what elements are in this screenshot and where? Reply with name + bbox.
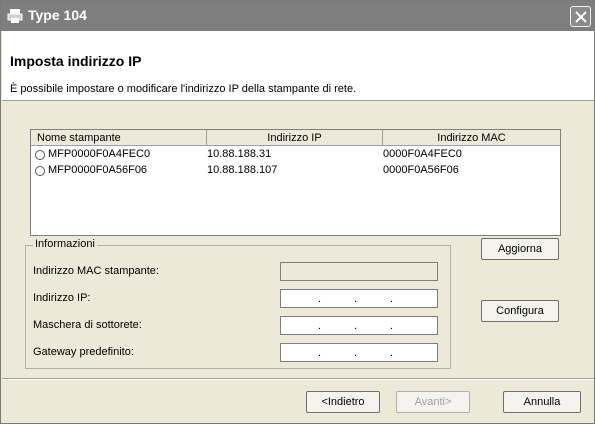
window-title: Type 104 <box>28 7 87 23</box>
printer-mac: 0000F0A56F06 <box>383 164 459 176</box>
page-title: Imposta indirizzo IP <box>10 53 142 69</box>
close-button[interactable] <box>570 6 591 27</box>
printer-name: MFP0000F0A56F06 <box>48 164 148 176</box>
printer-name: MFP0000F0A4FEC0 <box>48 148 151 160</box>
footer-separator <box>2 378 594 380</box>
gateway-field[interactable]: . . . <box>280 343 438 362</box>
printer-network-icon <box>7 9 23 23</box>
printer-list-header: Nome stampante Indirizzo IP Indirizzo MA… <box>31 130 560 146</box>
printer-list[interactable]: Nome stampante Indirizzo IP Indirizzo MA… <box>30 129 561 236</box>
ip-address-label: Indirizzo IP: <box>33 292 91 304</box>
subnet-mask-label: Maschera di sottorete: <box>33 319 142 331</box>
close-icon <box>575 11 587 23</box>
mac-address-label: Indirizzo MAC stampante: <box>33 265 159 277</box>
mac-address-field <box>280 262 438 281</box>
header-panel: Imposta indirizzo IP È possibile imposta… <box>2 31 594 101</box>
printer-ip: 10.88.188.107 <box>207 164 278 176</box>
mask-octet-separator: . <box>390 320 394 332</box>
gateway-octet-separator: . <box>390 347 394 359</box>
column-header-name[interactable]: Nome stampante <box>31 130 207 146</box>
page-subtitle: È possibile impostare o modificare l'ind… <box>10 83 357 95</box>
printer-radio[interactable] <box>35 150 45 160</box>
gateway-label: Gateway predefinito: <box>33 346 134 358</box>
subnet-mask-field[interactable]: . . . <box>280 316 438 335</box>
printer-radio[interactable] <box>35 166 45 176</box>
configure-button[interactable]: Configura <box>481 300 559 322</box>
ip-octet-separator: . <box>390 293 394 305</box>
gateway-octet-separator: . <box>318 347 322 359</box>
next-button[interactable]: Avanti> <box>396 391 470 413</box>
cancel-button[interactable]: Annulla <box>503 391 581 413</box>
printer-row[interactable]: MFP0000F0A56F06 10.88.188.107 0000F0A56F… <box>31 163 560 178</box>
printer-ip: 10.88.188.31 <box>207 148 272 160</box>
gateway-octet-separator: . <box>354 347 358 359</box>
mask-octet-separator: . <box>354 320 358 332</box>
back-button[interactable]: <Indietro <box>306 391 380 413</box>
info-groupbox-legend: Informazioni <box>33 238 97 250</box>
title-bar[interactable]: Type 104 <box>1 1 595 31</box>
column-header-mac[interactable]: Indirizzo MAC <box>383 130 560 146</box>
ip-address-field[interactable]: . . . <box>280 289 438 308</box>
printer-row[interactable]: MFP0000F0A4FEC0 10.88.188.31 0000F0A4FEC… <box>31 147 560 162</box>
mask-octet-separator: . <box>318 320 322 332</box>
ip-octet-separator: . <box>318 293 322 305</box>
column-header-ip[interactable]: Indirizzo IP <box>207 130 383 146</box>
dialog-window: Type 104 Imposta indirizzo IP È possibil… <box>0 0 595 424</box>
refresh-button[interactable]: Aggiorna <box>481 238 559 260</box>
ip-octet-separator: . <box>354 293 358 305</box>
printer-mac: 0000F0A4FEC0 <box>383 148 462 160</box>
